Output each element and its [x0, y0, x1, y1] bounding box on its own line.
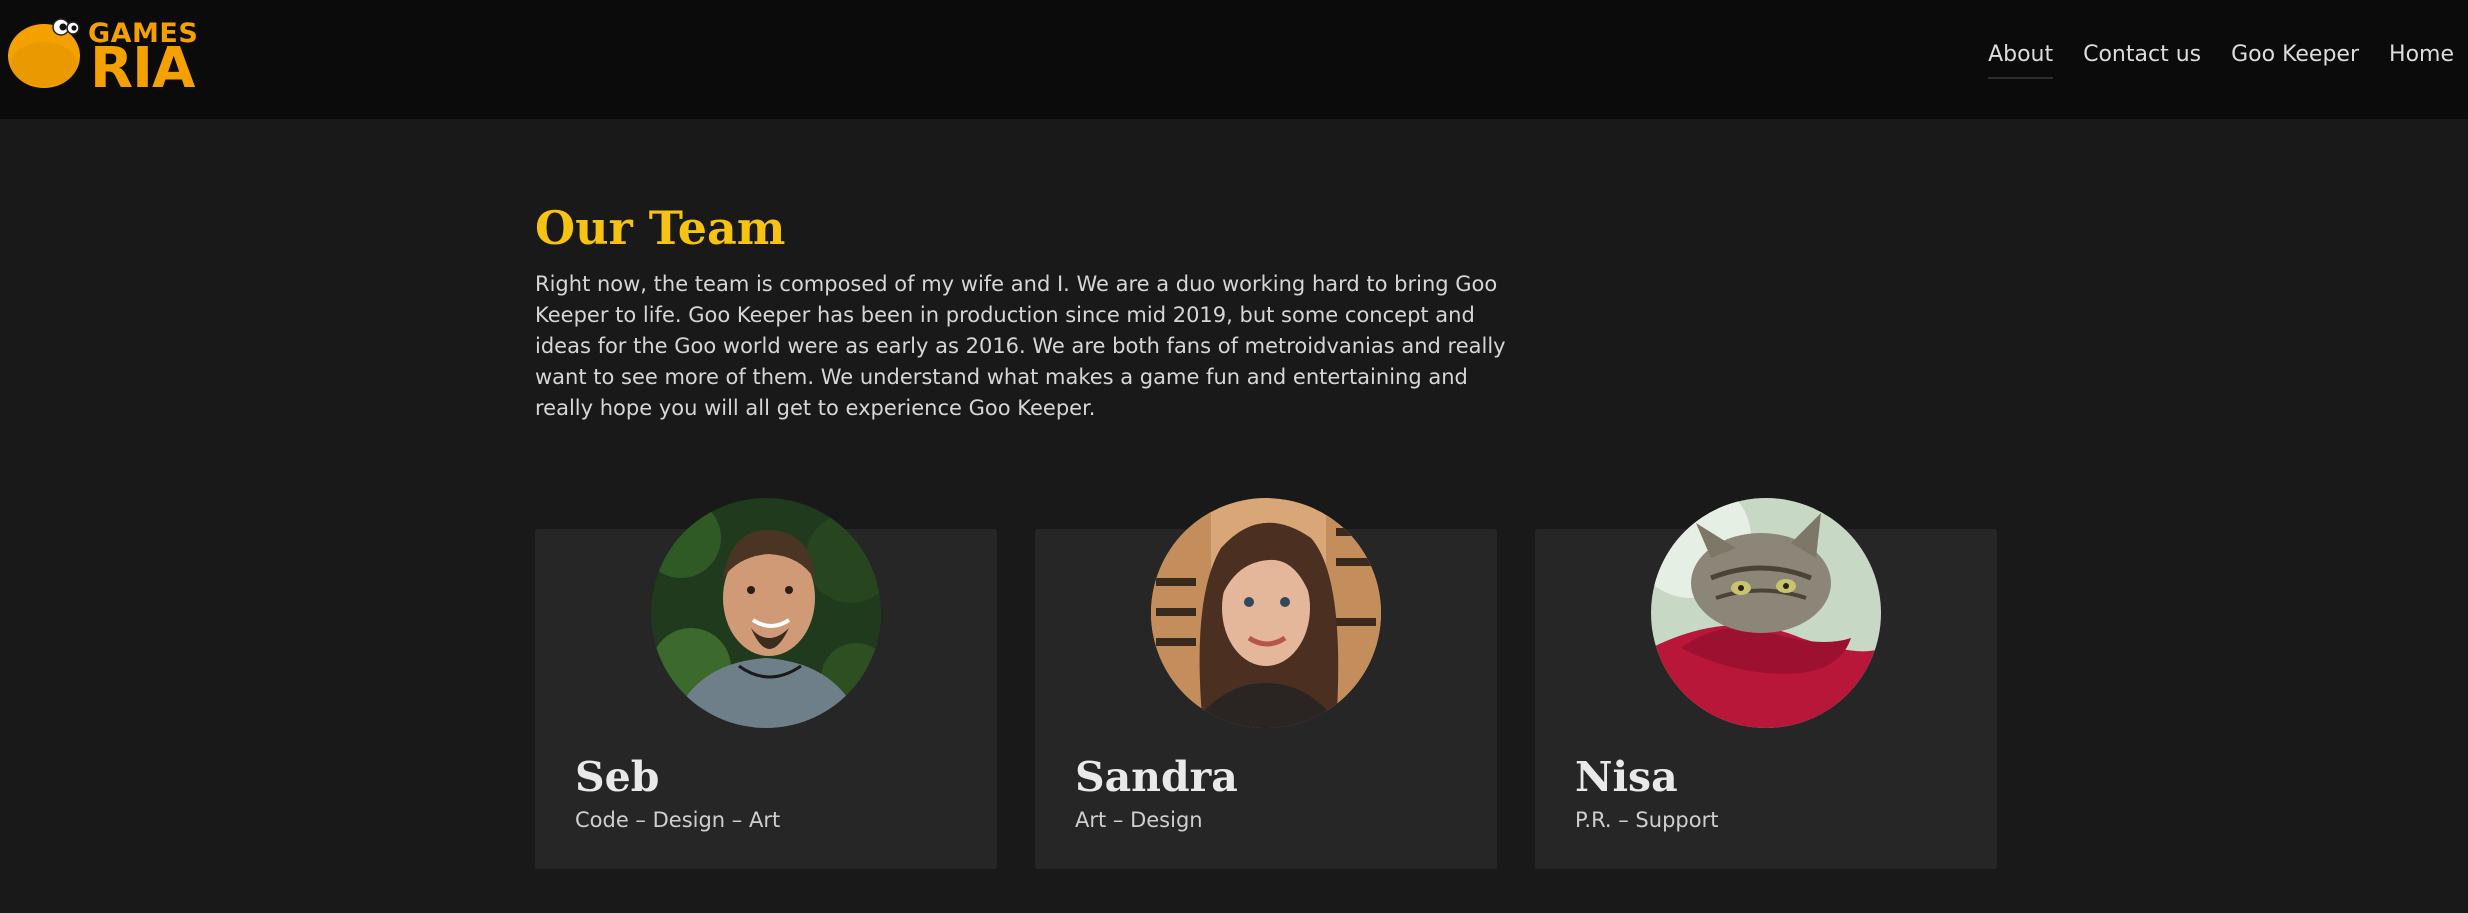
avatar-seb	[651, 498, 881, 728]
logo-text-ria: RIA	[90, 36, 195, 101]
games-ria-logo[interactable]: GAMES RIA	[6, 18, 202, 100]
member-role: Art – Design	[1075, 808, 1203, 832]
cat-portrait-icon	[1651, 498, 1881, 728]
main-nav: About Contact us Goo Keeper Home	[1988, 0, 2454, 108]
main-content: Our Team Right now, the team is composed…	[535, 195, 1997, 869]
member-name: Nisa	[1575, 753, 1678, 801]
member-role: P.R. – Support	[1575, 808, 1719, 832]
member-name: Sandra	[1075, 753, 1238, 801]
avatar-sandra	[1151, 498, 1381, 728]
team-card-seb: Seb Code – Design – Art	[535, 498, 997, 869]
team-cards: Seb Code – Design – Art Sandra Art – Des…	[535, 498, 1997, 869]
team-card-nisa: Nisa P.R. – Support	[1535, 498, 1997, 869]
nav-link-home[interactable]: Home	[2389, 36, 2454, 73]
team-intro-text: Right now, the team is composed of my wi…	[535, 272, 1506, 420]
nav-link-goo-keeper[interactable]: Goo Keeper	[2231, 36, 2359, 73]
logo-blob-icon	[8, 18, 80, 88]
woman-portrait-icon	[1151, 498, 1381, 728]
nav-link-about[interactable]: About	[1988, 36, 2054, 79]
site-header: GAMES RIA About Contact us Goo Keeper Ho…	[0, 0, 2468, 119]
page-title: Our Team	[535, 201, 786, 255]
nav-link-contact-us[interactable]: Contact us	[2083, 36, 2201, 73]
man-portrait-icon	[651, 498, 881, 728]
team-card-sandra: Sandra Art – Design	[1035, 498, 1497, 869]
member-role: Code – Design – Art	[575, 808, 781, 832]
avatar-nisa	[1651, 498, 1881, 728]
member-name: Seb	[575, 753, 660, 801]
